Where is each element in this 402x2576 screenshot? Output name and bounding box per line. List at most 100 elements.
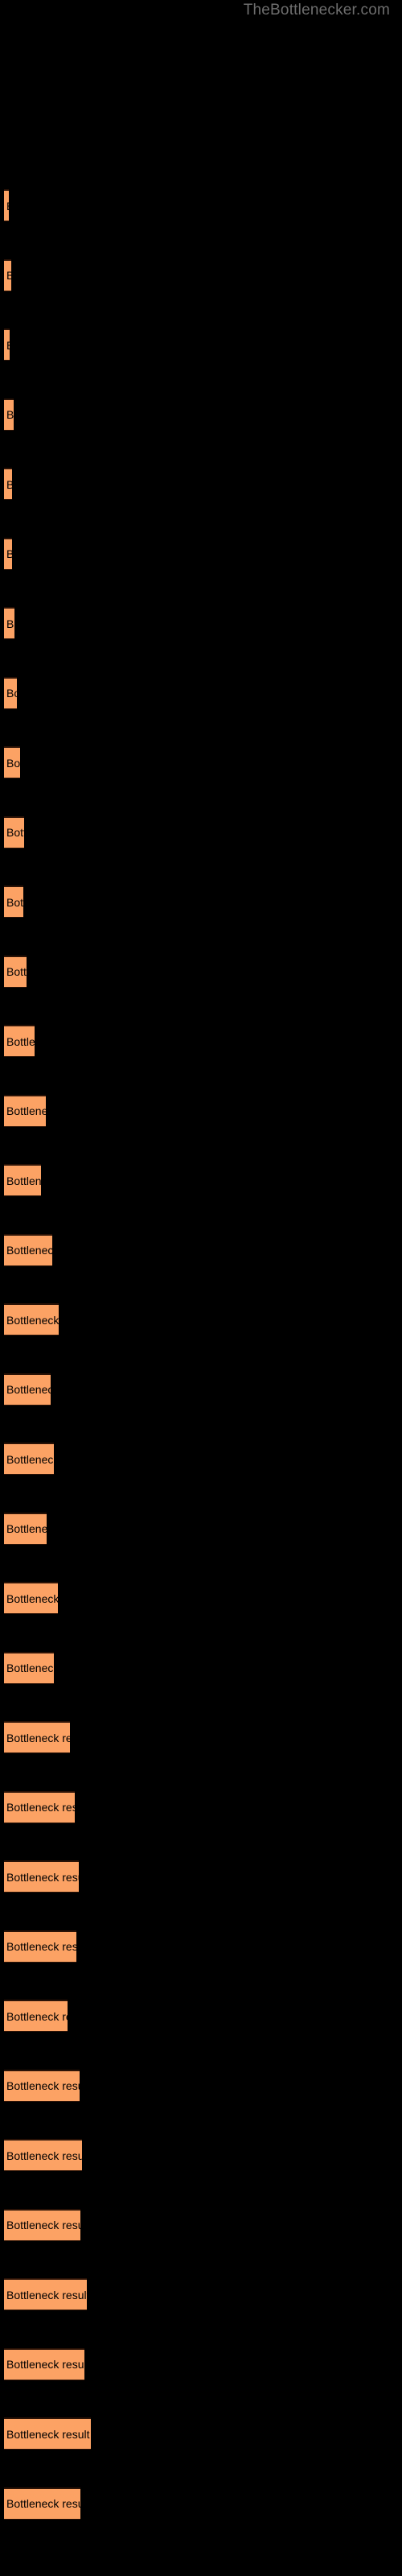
bar-row: Bottleneck result <box>0 1164 402 1196</box>
bar-bottleneck-result[interactable]: Bottleneck result <box>4 2487 80 2520</box>
bar-bottleneck-result[interactable]: Bottleneck result <box>4 398 14 431</box>
bar-bottleneck-result[interactable]: Bottleneck result <box>4 1651 54 1684</box>
bar-bottleneck-result[interactable]: Bottleneck result <box>4 746 20 778</box>
bar-row: Bottleneck result <box>0 746 402 778</box>
bar-bottleneck-result[interactable]: Bottleneck result <box>4 189 9 221</box>
bar-row: Bottleneck result <box>0 1930 402 1963</box>
bar-row: Bottleneck result <box>0 2208 402 2241</box>
bar-row: Bottleneck result <box>0 1721 402 1753</box>
bar-label: Bottleneck result <box>6 1104 46 1117</box>
bar-row: Bottleneck result <box>0 468 402 500</box>
bar-bottleneck-result[interactable]: Bottleneck result <box>4 1582 58 1614</box>
bar-label: Bottleneck result <box>6 1244 52 1257</box>
bar-bottleneck-result[interactable]: Bottleneck result <box>4 2069 80 2102</box>
bar-bottleneck-result[interactable]: Bottleneck result <box>4 2000 68 2032</box>
bar-bottleneck-result[interactable]: Bottleneck result <box>4 328 10 361</box>
bar-bottleneck-result[interactable]: Bottleneck result <box>4 2208 80 2241</box>
bar-label: Bottleneck result <box>6 1731 70 1744</box>
bar-row: Bottleneck result <box>0 328 402 361</box>
bar-label: Bottleneck result <box>6 269 11 282</box>
bar-label: Bottleneck result <box>6 756 20 770</box>
bar-bottleneck-result[interactable]: Bottleneck result <box>4 1790 75 1823</box>
bar-row: Bottleneck result <box>0 2069 402 2102</box>
bar-label: Bottleneck result <box>6 826 24 839</box>
bar-bottleneck-result[interactable]: Bottleneck result <box>4 1512 47 1545</box>
bar-label: Bottleneck result <box>6 2079 80 2092</box>
bar-row: Bottleneck result <box>0 1651 402 1684</box>
bar-bottleneck-result[interactable]: Bottleneck result <box>4 1860 79 1893</box>
bar-row: Bottleneck result <box>0 2487 402 2520</box>
bar-bottleneck-result[interactable]: Bottleneck result <box>4 676 17 709</box>
bar-label: Bottleneck result <box>6 200 9 213</box>
bar-bottleneck-result[interactable]: Bottleneck result <box>4 955 27 988</box>
bar-label: Bottleneck result <box>6 2288 87 2301</box>
bar-label: Bottleneck result <box>6 1034 35 1048</box>
bar-label: Bottleneck result <box>6 617 14 630</box>
bar-row: Bottleneck result <box>0 1025 402 1057</box>
bar-bottleneck-result[interactable]: Bottleneck result <box>4 2139 82 2171</box>
bar-row: Bottleneck result <box>0 2417 402 2450</box>
bar-bottleneck-result[interactable]: Bottleneck result <box>4 258 11 291</box>
bar-row: Bottleneck result <box>0 607 402 639</box>
bar-label: Bottleneck result <box>6 2009 68 2023</box>
bar-row: Bottleneck result <box>0 1512 402 1545</box>
bar-label: Bottleneck result <box>6 408 14 421</box>
bar-label: Bottleneck result <box>6 1313 59 1327</box>
bar-label: Bottleneck result <box>6 1870 79 1884</box>
bar-label: Bottleneck result <box>6 2427 90 2441</box>
bar-bottleneck-result[interactable]: Bottleneck result <box>4 1303 59 1335</box>
bar-bottleneck-result[interactable]: Bottleneck result <box>4 1094 46 1127</box>
bar-bottleneck-result[interactable]: Bottleneck result <box>4 1233 52 1266</box>
bar-bottleneck-result[interactable]: Bottleneck result <box>4 1721 70 1753</box>
bar-label: Bottleneck result <box>6 339 10 352</box>
bar-bottleneck-result[interactable]: Bottleneck result <box>4 886 23 918</box>
bar-bottleneck-result[interactable]: Bottleneck result <box>4 815 24 848</box>
bar-bottleneck-result[interactable]: Bottleneck result <box>4 1443 54 1475</box>
bar-label: Bottleneck result <box>6 2358 84 2371</box>
bar-row: Bottleneck result <box>0 1582 402 1614</box>
bar-label: Bottleneck result <box>6 687 17 700</box>
bar-bottleneck-result[interactable]: Bottleneck result <box>4 1373 51 1406</box>
bar-row: Bottleneck result <box>0 1233 402 1266</box>
bar-row: Bottleneck result <box>0 1443 402 1475</box>
bar-label: Bottleneck result <box>6 547 12 560</box>
bar-bottleneck-result[interactable]: Bottleneck result <box>4 1930 76 1963</box>
bar-row: Bottleneck result <box>0 1790 402 1823</box>
bar-bottleneck-result[interactable]: Bottleneck result <box>4 2347 84 2380</box>
bar-row: Bottleneck result <box>0 886 402 918</box>
bar-row: Bottleneck result <box>0 398 402 431</box>
bar-bottleneck-result[interactable]: Bottleneck result <box>4 468 12 500</box>
bar-row: Bottleneck result <box>0 676 402 709</box>
bar-bottleneck-result[interactable]: Bottleneck result <box>4 2278 87 2310</box>
bar-bottleneck-result[interactable]: Bottleneck result <box>4 1025 35 1057</box>
bar-row: Bottleneck result <box>0 2000 402 2032</box>
bar-row: Bottleneck result <box>0 815 402 848</box>
bar-bottleneck-result[interactable]: Bottleneck result <box>4 2417 91 2450</box>
bar-label: Bottleneck result <box>6 1591 58 1605</box>
bar-row: Bottleneck result <box>0 2139 402 2171</box>
bar-label: Bottleneck result <box>6 1940 76 1953</box>
bar-row: Bottleneck result <box>0 1094 402 1127</box>
bar-label: Bottleneck result <box>6 1452 54 1466</box>
bar-row: Bottleneck result <box>0 2278 402 2310</box>
bar-label: Bottleneck result <box>6 478 12 491</box>
bar-label: Bottleneck result <box>6 965 27 978</box>
bar-label: Bottleneck result <box>6 895 23 909</box>
bar-row: Bottleneck result <box>0 189 402 221</box>
bar-label: Bottleneck result <box>6 2219 80 2231</box>
bar-row: Bottleneck result <box>0 1303 402 1335</box>
bar-bottleneck-result[interactable]: Bottleneck result <box>4 607 14 639</box>
bar-bottleneck-result[interactable]: Bottleneck result <box>4 537 12 570</box>
bar-label: Bottleneck result <box>6 1383 51 1396</box>
bar-row: Bottleneck result <box>0 2347 402 2380</box>
bar-label: Bottleneck result <box>6 2149 82 2162</box>
bar-label: Bottleneck result <box>6 1801 75 1814</box>
bar-row: Bottleneck result <box>0 1860 402 1893</box>
bar-label: Bottleneck result <box>6 1662 54 1674</box>
bottleneck-bar-chart: Bottleneck result Bottleneck result Bottle… <box>0 0 402 2576</box>
bar-label: Bottleneck result <box>6 1522 47 1535</box>
bar-bottleneck-result[interactable]: Bottleneck result <box>4 1164 41 1196</box>
bar-label: Bottleneck result <box>6 2497 80 2510</box>
bar-row: Bottleneck result <box>0 537 402 570</box>
bar-row: Bottleneck result <box>0 955 402 988</box>
